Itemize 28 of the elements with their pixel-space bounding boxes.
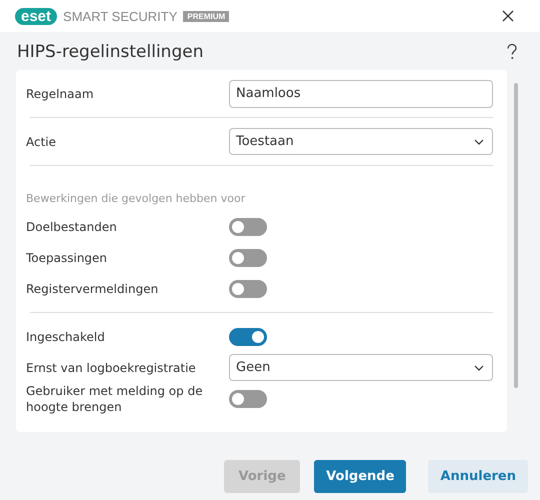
footer-button[interactable]: Volgende <box>314 460 406 493</box>
field-label: Gebruiker met melding op de hoogte brengen <box>26 383 204 415</box>
edition-badge: PREMIUM <box>183 10 230 22</box>
toggle-switch[interactable] <box>229 248 267 266</box>
field-label: Ernst van logboekregistratie <box>26 360 197 376</box>
dropdown[interactable]: Geen <box>229 354 493 381</box>
field-label: Registervermeldingen <box>26 280 160 296</box>
dialog-title: HIPS-regelinstellingen <box>17 42 204 62</box>
name-field[interactable]: Naamloos <box>229 80 493 108</box>
toggle-switch[interactable] <box>229 280 267 298</box>
chevron-down-icon <box>474 364 484 370</box>
footer-button[interactable]: Annuleren <box>428 460 528 493</box>
toggle-switch[interactable] <box>229 390 267 408</box>
field-label: Doelbestanden <box>26 218 118 234</box>
chevron-down-icon <box>474 138 484 144</box>
eset-logo: eset <box>15 8 58 24</box>
section-heading: Bewerkingen die gevolgen hebben voor <box>26 191 246 205</box>
close-icon[interactable] <box>502 10 514 22</box>
field-label: Regelnaam <box>26 86 95 102</box>
field-label: Actie <box>26 134 58 150</box>
scrollbar[interactable] <box>514 83 518 388</box>
toggle-switch[interactable] <box>229 218 267 236</box>
help-icon[interactable] <box>506 43 518 61</box>
field-label: Toepassingen <box>26 250 108 266</box>
field-label: Ingeschakeld <box>26 328 106 344</box>
dropdown[interactable]: Toestaan <box>229 128 493 155</box>
product-name: SMART SECURITY <box>63 8 178 24</box>
toggle-switch[interactable] <box>229 328 267 346</box>
